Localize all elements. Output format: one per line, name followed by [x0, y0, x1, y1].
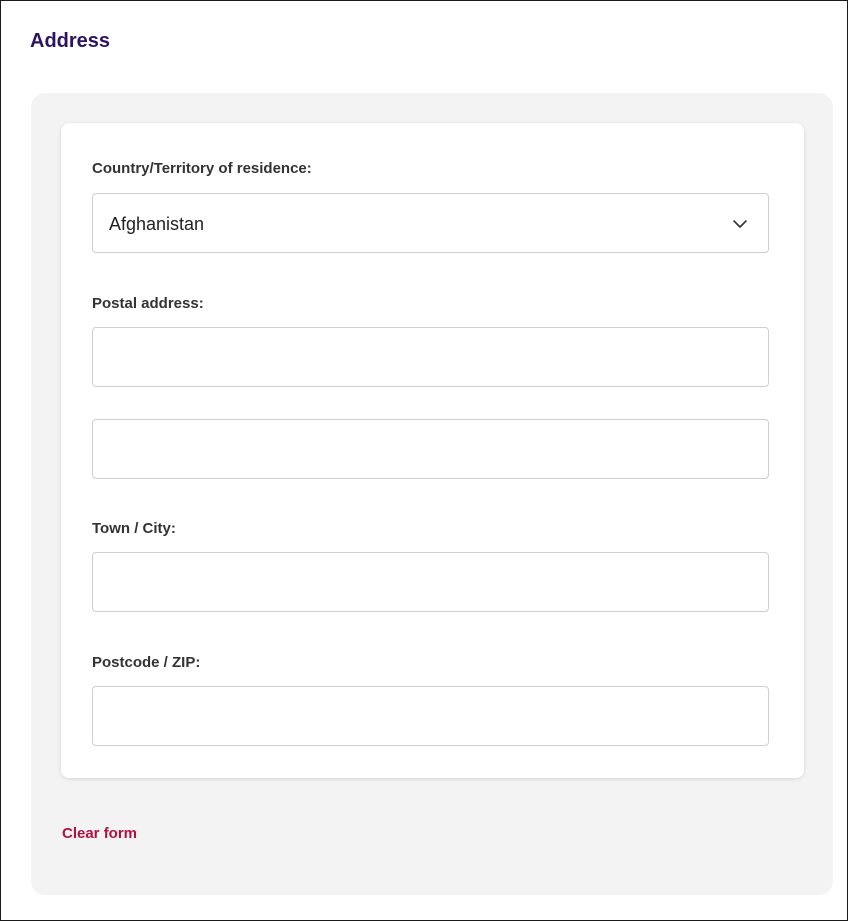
town-city-label: Town / City: — [92, 520, 176, 537]
postal-address-line1-input[interactable] — [93, 328, 768, 386]
postal-address-line2-input[interactable] — [93, 420, 768, 478]
postal-address-line2-field[interactable] — [92, 419, 769, 479]
postal-address-line1-field[interactable] — [92, 327, 769, 387]
chevron-down-icon — [732, 216, 748, 232]
postal-address-label: Postal address: — [92, 295, 204, 312]
address-section: Address Country/Territory of residence: … — [0, 0, 848, 921]
clear-form-link[interactable]: Clear form — [62, 825, 137, 843]
country-selected-value: Afghanistan — [109, 214, 205, 234]
town-city-input[interactable] — [93, 553, 768, 611]
address-form-card: Country/Territory of residence: Afghanis… — [61, 123, 804, 778]
town-city-field[interactable] — [92, 552, 769, 612]
address-panel: Country/Territory of residence: Afghanis… — [31, 93, 833, 895]
postcode-label: Postcode / ZIP: — [92, 654, 201, 671]
country-select[interactable]: Afghanistan — [92, 193, 769, 253]
postcode-field[interactable] — [92, 686, 769, 746]
postcode-input[interactable] — [93, 687, 768, 745]
section-title: Address — [30, 30, 111, 52]
country-label: Country/Territory of residence: — [92, 160, 312, 177]
